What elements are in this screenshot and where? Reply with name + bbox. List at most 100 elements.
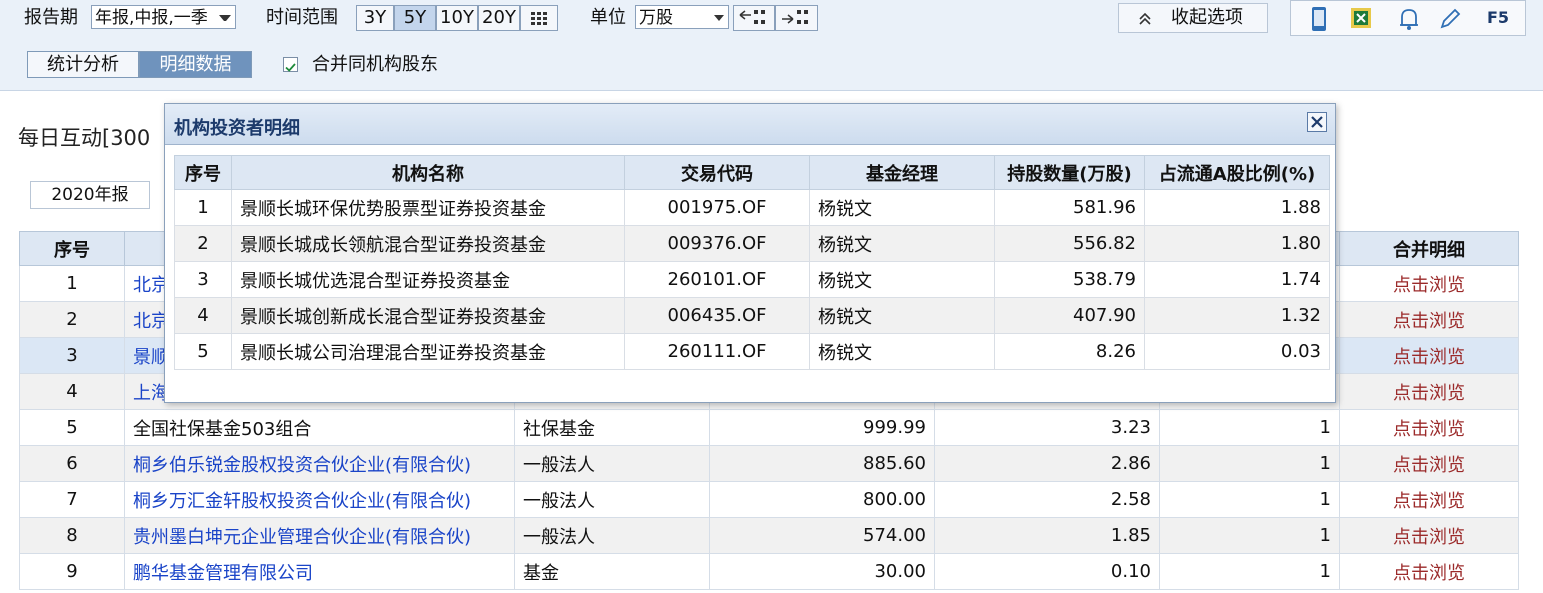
- browse-link[interactable]: 点击浏览: [1339, 409, 1519, 446]
- fund-manager: 杨锐文: [809, 333, 995, 370]
- dialog-col-ratio[interactable]: 占流通A股比例(%): [1144, 155, 1330, 190]
- row-number: 7: [19, 481, 125, 518]
- tab-detail-data[interactable]: 明细数据: [139, 51, 252, 78]
- range-20y-button[interactable]: 20Y: [478, 5, 520, 31]
- dialog-col-code[interactable]: 交易代码: [624, 155, 810, 190]
- ratio-value: 1.85: [934, 517, 1160, 554]
- browse-link[interactable]: 点击浏览: [1339, 265, 1519, 302]
- row-number: 8: [19, 517, 125, 554]
- row-number: 9: [19, 553, 125, 590]
- fund-manager: 杨锐文: [809, 261, 995, 298]
- dialog-col-manager[interactable]: 基金经理: [809, 155, 995, 190]
- dialog-table-row[interactable]: 4 景顺长城创新成长混合型证券投资基金 006435.OF 杨锐文 407.90 1.32: [174, 297, 1330, 334]
- chevron-up-icon: [1139, 12, 1151, 25]
- row-number: 1: [19, 265, 125, 302]
- dialog-table-row[interactable]: 5 景顺长城公司治理混合型证券投资基金 260111.OF 杨锐文 8.26 0.03: [174, 333, 1330, 370]
- browse-link[interactable]: 点击浏览: [1339, 481, 1519, 518]
- row-number: 5: [19, 409, 125, 446]
- report-period-tab[interactable]: 2020年报: [30, 181, 150, 209]
- holding-shares: 407.90: [994, 297, 1145, 334]
- institution-name[interactable]: 鹏华基金管理有限公司: [124, 553, 515, 590]
- close-icon: [1311, 116, 1323, 128]
- report-period-select[interactable]: 年报,中报,一季: [91, 5, 236, 29]
- col-header-no[interactable]: 序号: [19, 231, 125, 266]
- fund-count: 1: [1159, 409, 1340, 446]
- range-5y-button[interactable]: 5Y: [394, 5, 436, 31]
- tab-statistics[interactable]: 统计分析: [27, 51, 139, 78]
- row-number: 4: [19, 373, 125, 410]
- dialog-col-name[interactable]: 机构名称: [231, 155, 625, 190]
- browse-link[interactable]: 点击浏览: [1339, 517, 1519, 554]
- range-3y-button[interactable]: 3Y: [356, 5, 394, 31]
- browse-link[interactable]: 点击浏览: [1339, 373, 1519, 410]
- dialog-row-number: 5: [174, 333, 232, 370]
- shares-value: 574.00: [709, 517, 935, 554]
- fund-name: 景顺长城公司治理混合型证券投资基金: [231, 333, 625, 370]
- trade-code: 009376.OF: [624, 225, 810, 262]
- row-number: 3: [19, 337, 125, 374]
- row-number: 6: [19, 445, 125, 482]
- col-header-merge-detail[interactable]: 合并明细: [1339, 231, 1519, 266]
- browse-link[interactable]: 点击浏览: [1339, 301, 1519, 338]
- collapse-options-button[interactable]: 收起选项: [1118, 3, 1268, 33]
- mobile-icon[interactable]: [1309, 6, 1329, 32]
- dialog-table-row[interactable]: 2 景顺长城成长领航混合型证券投资基金 009376.OF 杨锐文 556.82 1.80: [174, 225, 1330, 262]
- float-ratio: 1.74: [1144, 261, 1330, 298]
- shares-value: 885.60: [709, 445, 935, 482]
- holder-type: 一般法人: [514, 445, 710, 482]
- institution-detail-dialog: 机构投资者明细 序号 机构名称 交易代码 基金经理 持股数量(万股) 占流通A股…: [164, 103, 1336, 403]
- dialog-table-row[interactable]: 3 景顺长城优选混合型证券投资基金 260101.OF 杨锐文 538.79 1.74: [174, 261, 1330, 298]
- expand-columns-icon: [739, 10, 765, 24]
- float-ratio: 1.80: [1144, 225, 1330, 262]
- chevron-down-icon: [219, 15, 231, 21]
- grid-button[interactable]: [520, 5, 558, 31]
- fund-name: 景顺长城创新成长混合型证券投资基金: [231, 297, 625, 334]
- holder-type: 基金: [514, 553, 710, 590]
- range-10y-button[interactable]: 10Y: [436, 5, 478, 31]
- merge-checkbox[interactable]: [283, 57, 298, 72]
- fund-manager: 杨锐文: [809, 189, 995, 226]
- bell-icon[interactable]: [1397, 6, 1421, 32]
- dialog-col-shares[interactable]: 持股数量(万股): [994, 155, 1145, 190]
- table-row[interactable]: 9 鹏华基金管理有限公司 基金 30.00 0.10 1 点击浏览: [19, 553, 1519, 590]
- excel-export-icon[interactable]: [1349, 6, 1373, 30]
- shrink-columns-button[interactable]: [775, 5, 818, 31]
- report-period-label: 报告期: [24, 7, 78, 28]
- institution-detail-table: 序号 机构名称 交易代码 基金经理 持股数量(万股) 占流通A股比例(%) 1景…: [174, 155, 1330, 370]
- tool-icon-group: F5: [1290, 0, 1526, 36]
- institution-name[interactable]: 贵州墨白坤元企业管理合伙企业(有限合伙): [124, 517, 515, 554]
- trade-code: 001975.OF: [624, 189, 810, 226]
- browse-link[interactable]: 点击浏览: [1339, 553, 1519, 590]
- chevron-down-icon: [714, 15, 724, 21]
- table-row[interactable]: 6 桐乡伯乐锐金股权投资合伙企业(有限合伙) 一般法人 885.60 2.86 1 点击浏览: [19, 445, 1519, 482]
- institution-name[interactable]: 桐乡万汇金轩股权投资合伙企业(有限合伙): [124, 481, 515, 518]
- institution-name[interactable]: 桐乡伯乐锐金股权投资合伙企业(有限合伙): [124, 445, 515, 482]
- table-row[interactable]: 5 全国社保基金503组合 社保基金 999.99 3.23 1 点击浏览: [19, 409, 1519, 446]
- unit-value: 万股: [639, 8, 673, 28]
- table-row[interactable]: 7 桐乡万汇金轩股权投资合伙企业(有限合伙) 一般法人 800.00 2.58 1 点击浏览: [19, 481, 1519, 518]
- table-row[interactable]: 8 贵州墨白坤元企业管理合伙企业(有限合伙) 一般法人 574.00 1.85 1 点击浏览: [19, 517, 1519, 554]
- browse-link[interactable]: 点击浏览: [1339, 337, 1519, 374]
- dialog-header: 机构投资者明细: [165, 104, 1335, 145]
- trade-code: 006435.OF: [624, 297, 810, 334]
- trade-code: 260101.OF: [624, 261, 810, 298]
- dialog-close-button[interactable]: [1307, 112, 1327, 132]
- unit-select[interactable]: 万股: [635, 5, 729, 29]
- browse-link[interactable]: 点击浏览: [1339, 445, 1519, 482]
- grid-icon: [531, 12, 547, 25]
- holding-shares: 8.26: [994, 333, 1145, 370]
- dialog-row-number: 1: [174, 189, 232, 226]
- expand-columns-button[interactable]: [733, 5, 775, 31]
- shares-value: 999.99: [709, 409, 935, 446]
- f5-refresh-button[interactable]: F5: [1487, 8, 1509, 27]
- fund-count: 1: [1159, 445, 1340, 482]
- pencil-icon[interactable]: [1437, 6, 1463, 32]
- fund-name: 景顺长城环保优势股票型证券投资基金: [231, 189, 625, 226]
- dialog-col-no[interactable]: 序号: [174, 155, 232, 190]
- institution-name: 全国社保基金503组合: [124, 409, 515, 446]
- dialog-row-number: 3: [174, 261, 232, 298]
- dialog-table-row[interactable]: 1 景顺长城环保优势股票型证券投资基金 001975.OF 杨锐文 581.96 1.88: [174, 189, 1330, 226]
- collapse-options-label: 收起选项: [1171, 7, 1243, 28]
- holding-shares: 556.82: [994, 225, 1145, 262]
- holder-type: 一般法人: [514, 481, 710, 518]
